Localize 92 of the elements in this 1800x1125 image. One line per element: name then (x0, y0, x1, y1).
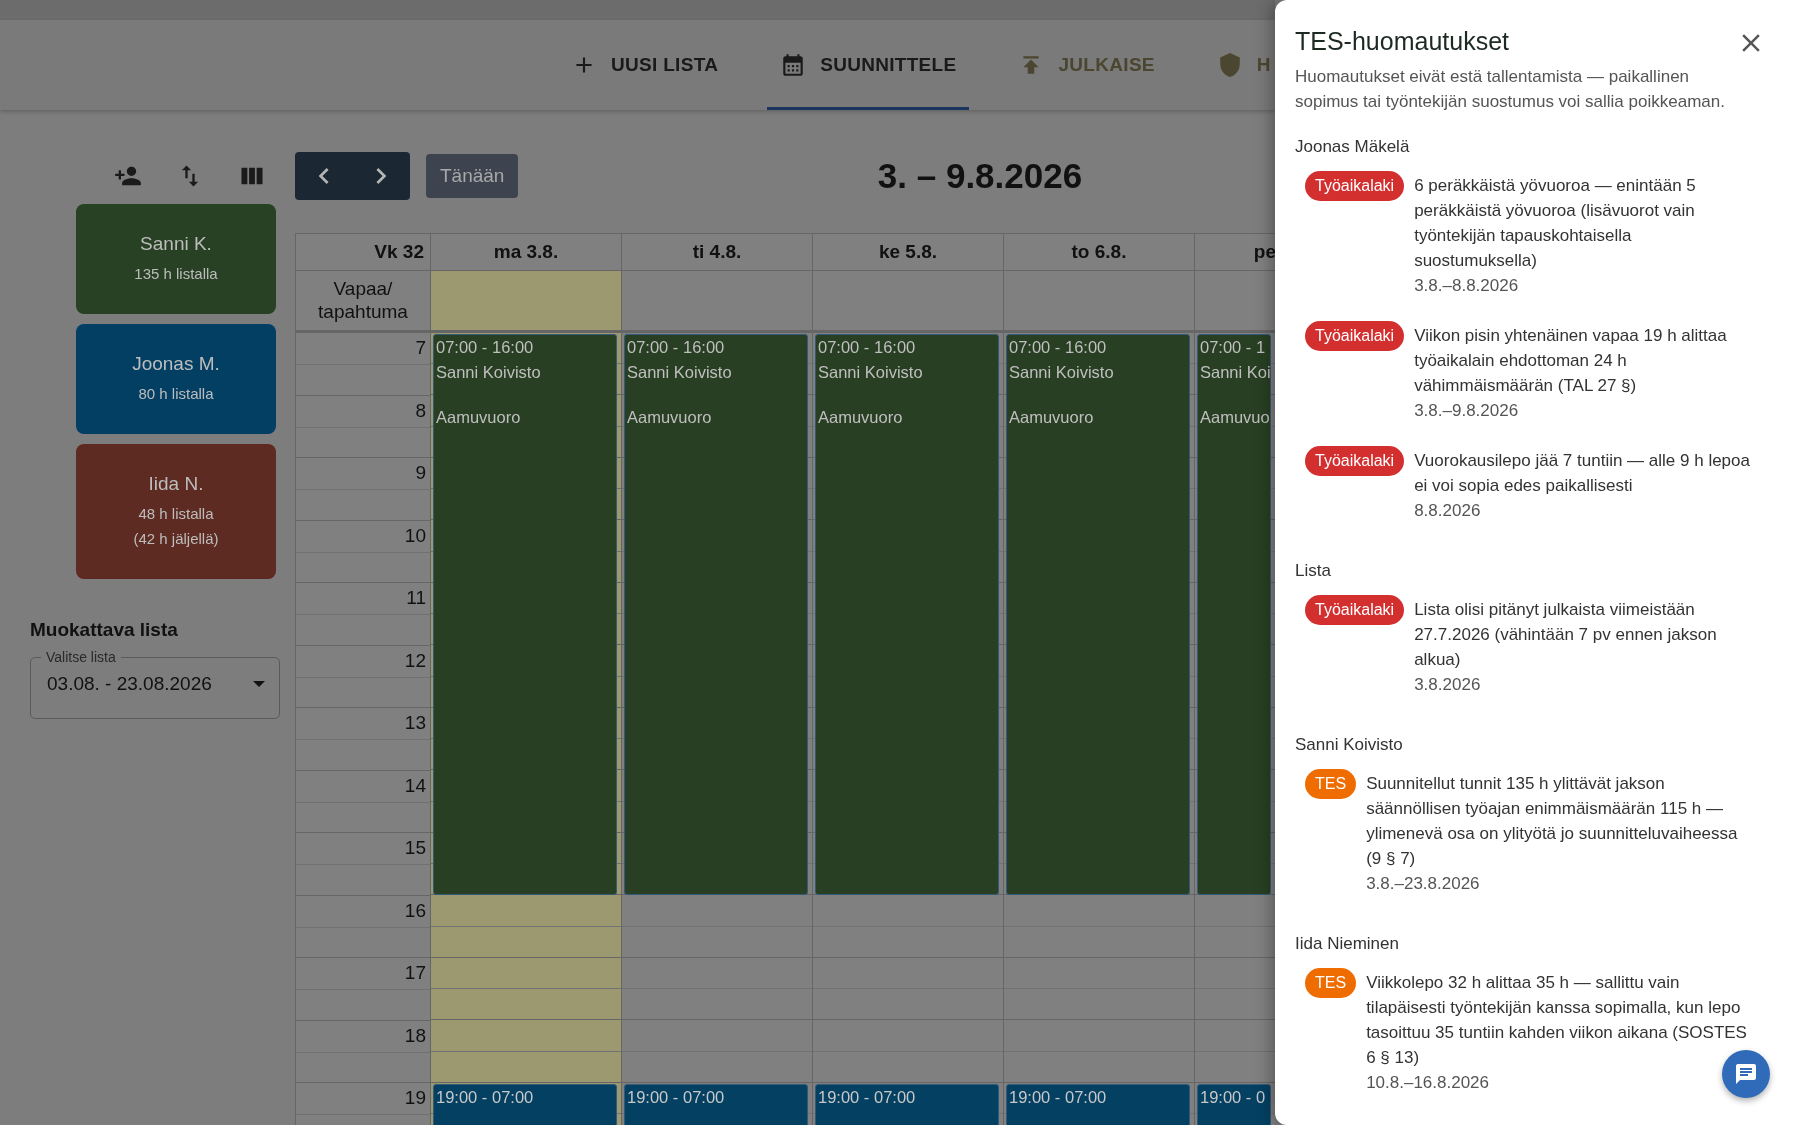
shift-employee: Sanni Koivisto (1009, 362, 1115, 383)
note-text: Viikkolepo 32 h alittaa 35 h — sallittu vain tilapäisesti työntekijän kanssa sopimalla, kun lepo tasoittuu 35 tuntiin kahden viikon aikana (SOSTES 6 § 13) (1366, 972, 1748, 1069)
dropdown-caret-icon (253, 681, 265, 687)
list-select[interactable]: Valitse lista 03.08. - 23.08.2026 (30, 649, 280, 719)
note-tag: TES (1305, 769, 1357, 799)
drawer-description: Huomautukset eivät estä tallentamista — paikallinen sopimus tai työntekijän suostumus voi sallia poikkeaman. (1295, 66, 1726, 113)
hour-label: 16 (296, 895, 431, 958)
note-dates: 3.8.–8.8.2026 (1414, 275, 1520, 297)
hour-label: 17 (296, 958, 431, 1021)
shift-block[interactable]: 19:00 - 07:00 (433, 1084, 617, 1125)
week-number: Vk 32 (296, 234, 431, 271)
hour-label: 7 (296, 333, 431, 396)
chat-icon (1734, 1062, 1758, 1086)
note-tag: Työaikalaki (1305, 321, 1405, 351)
shift-type: Aamuvuoro (818, 407, 904, 428)
note-text: 6 peräkkäistä yövuoroa — enintään 5 peräkkäistä yövuoroa (lisävuorot vain työntekijän tapauskohtaisella suostumuksella) (1414, 175, 1697, 272)
shift-block[interactable]: 07:00 - 16:00 Sanni Koivisto Aamuvuoro (433, 334, 617, 895)
shift-block[interactable]: 07:00 - 16:00 Sanni Koivisto Aamuvuoro (624, 334, 808, 895)
shift-time: 19:00 - 07:00 (818, 1087, 917, 1108)
note-text: Lista olisi pitänyt julkaista viimeistään 27.7.2026 (vähintään 7 pv ennen jakson alkua) (1414, 599, 1718, 671)
shift-time: 07:00 - 16:00 (1009, 337, 1108, 358)
hour-label: 12 (296, 645, 431, 708)
employee-name: Iida N. (147, 473, 205, 495)
note-tag: Työaikalaki (1305, 595, 1405, 625)
shift-employee: Sanni Koivisto (818, 362, 924, 383)
remaining-hours: (42 h jäljellä) (132, 529, 220, 549)
shift-block[interactable]: 19:00 - 0 (1197, 1084, 1271, 1125)
note-dates: 3.8.2026 (1414, 674, 1482, 696)
hour-label: 19 (296, 1083, 431, 1125)
day-header: ti 4.8. (622, 234, 813, 271)
shift-time: 07:00 - 16:00 (818, 337, 917, 358)
hour-label: 9 (296, 458, 431, 521)
shift-time: 07:00 - 1 (1200, 337, 1267, 358)
group-heading: Lista (1295, 560, 1332, 582)
shift-type: Aamuvuoro (627, 407, 713, 428)
employee-hours: 80 h listalla (137, 384, 215, 404)
hour-label: 15 (296, 833, 431, 896)
shift-type: Aamuvuo (1200, 407, 1268, 428)
note-text: Viikon pisin yhtenäinen vapaa 19 h alittaa työaikalain ehdottoman 24 h vähimmäismäärän (TAL 27 §) (1414, 325, 1728, 397)
note-dates: 3.8.–23.8.2026 (1366, 873, 1481, 895)
shift-block[interactable]: 07:00 - 16:00 Sanni Koivisto Aamuvuoro (815, 334, 999, 895)
employee-card[interactable]: Iida N. 48 h listalla (42 h jäljellä) (76, 444, 276, 579)
field-label: Valitse lista (45, 649, 117, 665)
shift-block[interactable]: 07:00 - 16:00 Sanni Koivisto Aamuvuoro (1006, 334, 1190, 895)
shift-time: 07:00 - 16:00 (627, 337, 726, 358)
shift-block[interactable]: 19:00 - 07:00 (815, 1084, 999, 1125)
shift-time: 19:00 - 07:00 (1009, 1087, 1108, 1108)
shift-time: 19:00 - 07:00 (627, 1087, 726, 1108)
shift-block[interactable]: 07:00 - 1 Sanni Koi Aamuvuo (1197, 334, 1271, 895)
note-tag: TES (1305, 968, 1357, 998)
day-header: to 6.8. (1004, 234, 1195, 271)
employee-name: Joonas M. (131, 353, 221, 375)
today-button[interactable]: Tänään (426, 154, 519, 198)
hour-label: 14 (296, 770, 431, 833)
shift-time: 07:00 - 16:00 (436, 337, 535, 358)
hour-label: 13 (296, 708, 431, 771)
employee-hours: 48 h listalla (137, 504, 215, 524)
note-text: Suunnitellut tunnit 135 h ylittävät jakson säännöllisen työajan enimmäismäärän 115 h — ylimenevä osa on ylityötä jo suunnitteluvaiheessa (9 § 7) (1366, 773, 1739, 870)
shift-type: Aamuvuoro (1009, 407, 1095, 428)
shift-employee: Sanni Koivisto (436, 362, 542, 383)
note-dates: 10.8.–16.8.2026 (1366, 1072, 1491, 1094)
week-navigation[interactable] (295, 152, 410, 200)
shift-employee: Sanni Koi (1200, 362, 1268, 383)
note-tag: Työaikalaki (1305, 446, 1405, 476)
shift-block[interactable]: 19:00 - 07:00 (624, 1084, 808, 1125)
hour-label: 11 (296, 583, 431, 646)
group-heading: Iida Nieminen (1295, 933, 1400, 955)
note-dates: 8.8.2026 (1414, 500, 1482, 522)
note-tag: Työaikalaki (1305, 171, 1405, 201)
shift-employee: Sanni Koivisto (627, 362, 733, 383)
shift-type: Aamuvuoro (436, 407, 522, 428)
nav-tab[interactable]: UUSI LISTA (558, 20, 732, 110)
group-heading: Sanni Koivisto (1295, 734, 1404, 756)
employee-name: Sanni K. (139, 233, 213, 255)
shift-time: 19:00 - 0 (1200, 1087, 1267, 1108)
group-heading: Joonas Mäkelä (1295, 136, 1411, 158)
hour-label: 18 (296, 1020, 431, 1083)
hour-label: 8 (296, 395, 431, 458)
employee-card[interactable]: Sanni K. 135 h listalla (76, 204, 276, 314)
nav-tab[interactable]: SUUNNITTELE (767, 20, 970, 110)
drawer-title: TES-huomautukset (1295, 26, 1509, 57)
chat-button[interactable] (1722, 1050, 1770, 1098)
day-header: ke 5.8. (813, 234, 1004, 271)
employee-hours: 135 h listalla (133, 264, 219, 284)
employee-card[interactable]: Joonas M. 80 h listalla (76, 324, 276, 434)
note-text: Vuorokausilepo jää 7 tuntiin — alle 9 h lepoa ei voi sopia edes paikallisesti (1414, 450, 1750, 497)
shift-time: 19:00 - 07:00 (436, 1087, 535, 1108)
hour-label: 10 (296, 520, 431, 583)
note-dates: 3.8.–9.8.2026 (1414, 400, 1520, 422)
shift-block[interactable]: 19:00 - 07:00 (1006, 1084, 1190, 1125)
section-heading: Muokattava lista (30, 619, 179, 641)
week-title: 3. – 9.8.2026 (877, 156, 1083, 195)
